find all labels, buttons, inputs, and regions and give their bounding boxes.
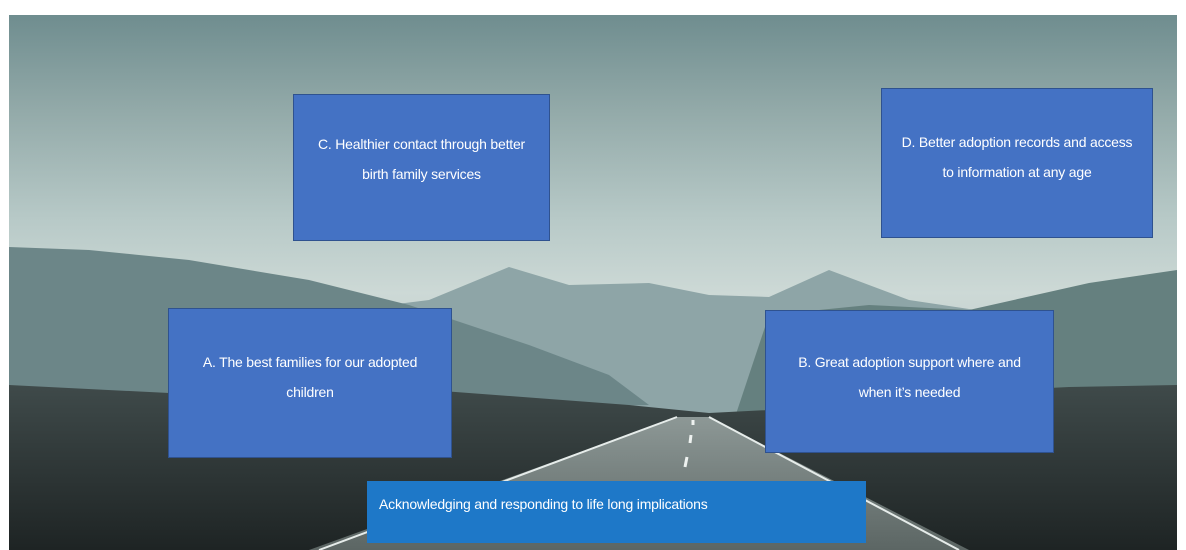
box-c-birth-family-services: C. Healthier contact through better birt…	[293, 94, 550, 241]
box-d-adoption-records: D. Better adoption records and access to…	[881, 88, 1153, 238]
box-d-text: D. Better adoption records and access to…	[901, 134, 1133, 180]
box-b-adoption-support: B. Great adoption support where and when…	[765, 310, 1054, 453]
bottom-banner: Acknowledging and responding to life lon…	[367, 481, 866, 543]
box-c-text: C. Healthier contact through better birt…	[317, 136, 525, 182]
box-a-best-families: A. The best families for our adopted chi…	[168, 308, 452, 458]
box-a-text: A. The best families for our adopted chi…	[202, 354, 418, 400]
box-b-text: B. Great adoption support where and when…	[798, 354, 1021, 400]
banner-text: Acknowledging and responding to life lon…	[379, 496, 708, 512]
